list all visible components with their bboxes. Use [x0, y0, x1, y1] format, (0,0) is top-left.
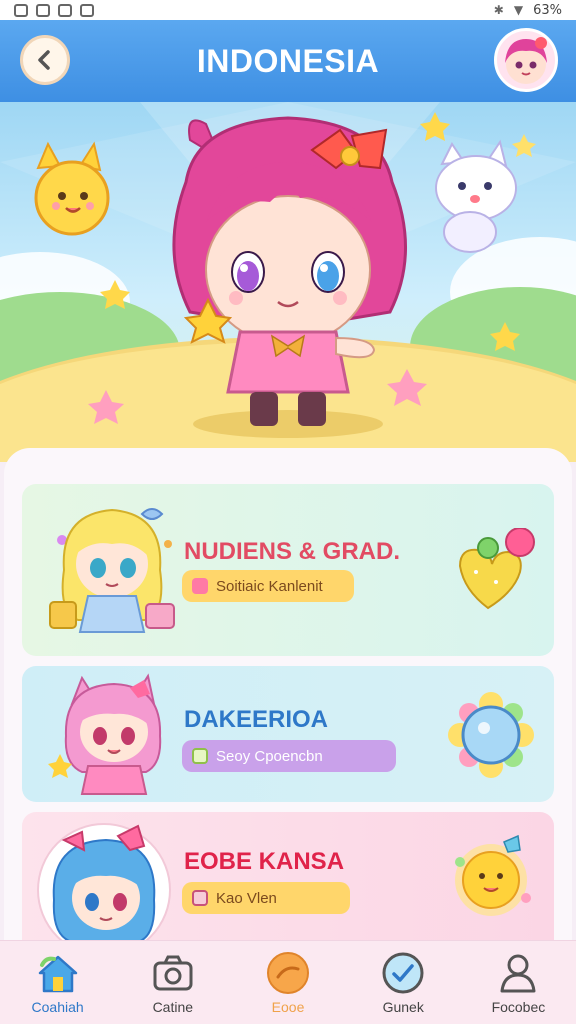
heart-balloon-icon	[446, 527, 536, 618]
character-avatar	[42, 672, 182, 796]
status-system: ✱ ▼ 63%	[494, 3, 562, 18]
nav-label: Focobec	[491, 999, 546, 1015]
list-item[interactable]: NUDIENS & GRAD. Soitiaic Kanlenit	[22, 484, 554, 656]
back-button[interactable]	[20, 35, 70, 85]
chevron-left-icon	[38, 50, 50, 70]
status-notifications	[14, 3, 94, 17]
list-item[interactable]: DAKEERIOA Seoy Cpoencbn	[22, 666, 554, 802]
orange-circle-icon	[266, 951, 310, 995]
nav-item-profile[interactable]: Focobec	[461, 941, 576, 1024]
check-circle-icon	[381, 951, 425, 995]
status-bar: ✱ ▼ 63%	[0, 0, 576, 20]
bottom-nav: Coahiah Catine Eooe Gunek Focobec	[0, 940, 576, 1024]
nav-item-camera[interactable]: Catine	[115, 941, 230, 1024]
gem-flower-icon	[446, 690, 536, 780]
character-avatar	[34, 820, 174, 957]
home-icon	[36, 951, 80, 995]
notification-icon	[80, 3, 94, 17]
card-title: EOBE KANSA	[184, 848, 345, 875]
bluetooth-icon: ✱	[493, 3, 504, 17]
card-title: DAKEERIOA	[184, 706, 329, 733]
profile-icon	[496, 951, 540, 995]
card-badge[interactable]: Seoy Cpoencbn	[182, 740, 396, 772]
notification-icon	[14, 3, 28, 17]
nav-label: Eooe	[271, 999, 305, 1015]
battery-level: 63%	[533, 2, 562, 18]
nav-item-home[interactable]: Coahiah	[0, 941, 115, 1024]
page-title: INDONESIA	[196, 42, 380, 79]
hero-illustration	[0, 102, 576, 462]
card-badge-label: Kao Vlen	[216, 889, 277, 907]
character-avatar	[42, 492, 182, 642]
nav-label: Gunek	[382, 999, 424, 1015]
tag-icon	[192, 748, 208, 764]
sun-face-icon	[446, 832, 536, 922]
wifi-icon: ▼	[513, 3, 524, 17]
card-title: NUDIENS & GRAD.	[184, 538, 401, 565]
camera-icon	[151, 951, 195, 995]
heart-icon	[192, 578, 208, 594]
notification-icon	[58, 3, 72, 17]
card-badge[interactable]: Soitiaic Kanlenit	[182, 570, 354, 602]
notification-icon	[36, 3, 50, 17]
card-badge-label: Seoy Cpoencbn	[216, 747, 323, 765]
nav-label: Coahiah	[31, 999, 84, 1015]
nav-item-check[interactable]: Gunek	[346, 941, 461, 1024]
profile-avatar[interactable]	[494, 28, 558, 92]
nav-item-center[interactable]: Eooe	[230, 941, 345, 1024]
card-badge-label: Soitiaic Kanlenit	[216, 577, 323, 595]
list-item[interactable]: EOBE KANSA Kao Vlen	[22, 812, 554, 957]
nav-label: Catine	[152, 999, 194, 1015]
card-badge[interactable]: Kao Vlen	[182, 882, 350, 914]
tag-icon	[192, 890, 208, 906]
app-header: INDONESIA	[0, 20, 576, 102]
